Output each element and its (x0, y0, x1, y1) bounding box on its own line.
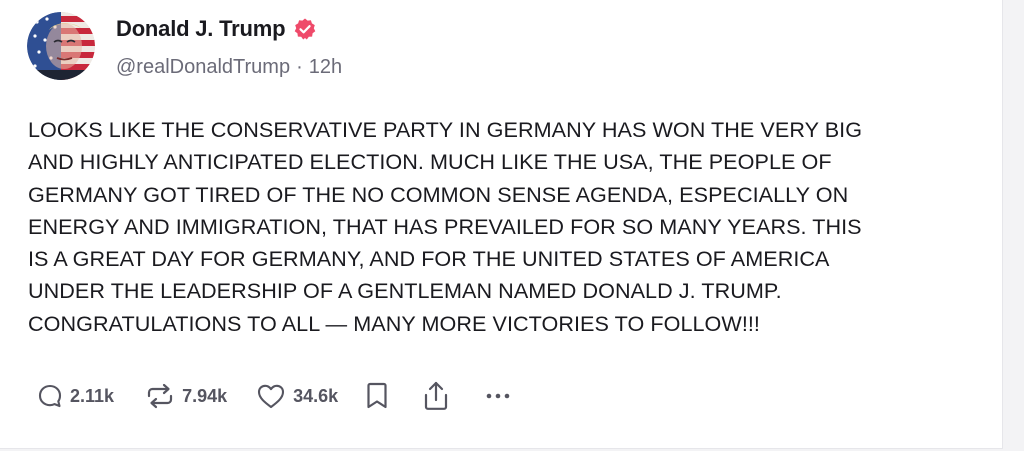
like-button[interactable]: 34.6k (255, 382, 338, 410)
bookmark-button[interactable] (364, 381, 390, 411)
display-name-row[interactable]: Donald J. Trump (116, 16, 317, 42)
user-handle[interactable]: @realDonaldTrump (116, 56, 290, 79)
meta-separator: · (296, 56, 303, 78)
restruth-icon (144, 382, 176, 410)
more-options-button[interactable] (482, 382, 514, 410)
post-card: Donald J. Trump @realDonaldTrump · 12h L… (0, 0, 1003, 449)
share-button[interactable] (422, 380, 450, 412)
post-timestamp[interactable]: 12h (309, 56, 342, 79)
reply-button[interactable]: 2.11k (36, 382, 114, 410)
post-text: LOOKS LIKE THE CONSERVATIVE PARTY IN GER… (28, 117, 863, 336)
reply-icon (36, 382, 64, 410)
post-actions-bar: 2.11k 7.94k 34.6k (36, 376, 514, 416)
avatar[interactable] (27, 12, 95, 80)
reply-count: 2.11k (70, 385, 115, 406)
restruth-button[interactable]: 7.94k (144, 382, 227, 410)
more-icon (482, 382, 514, 410)
display-name[interactable]: Donald J. Trump (116, 16, 286, 42)
heart-icon (255, 382, 287, 410)
verified-badge-icon (293, 17, 317, 41)
bookmark-icon (364, 381, 390, 411)
avatar-image (27, 12, 95, 80)
share-icon (422, 380, 450, 412)
post-meta: @realDonaldTrump · 12h (116, 56, 342, 79)
restruth-count: 7.94k (182, 385, 228, 406)
like-count: 34.6k (293, 385, 339, 406)
